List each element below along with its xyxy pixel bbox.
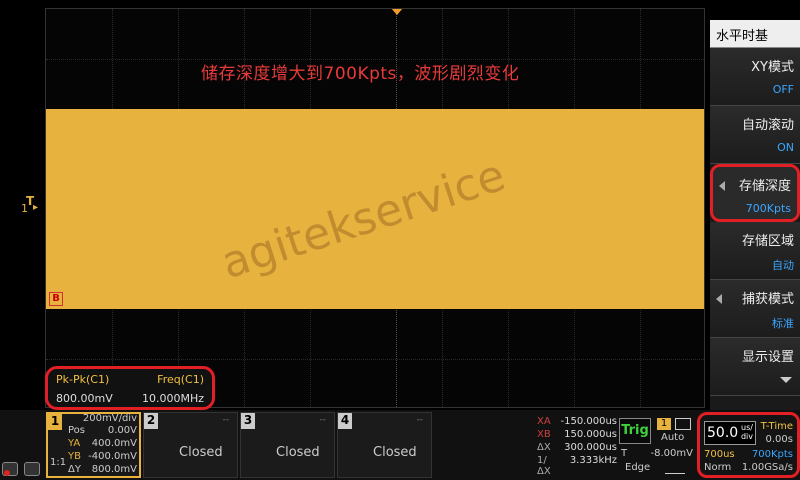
- menu-item-acquire-mode[interactable]: 捕获模式 标准: [710, 280, 800, 338]
- status-bar: 1 200mV/div Pos 0.00V YA 400.0mV YB -400…: [0, 410, 800, 480]
- trigger-level-channel: 1: [21, 202, 28, 215]
- sample-rate: 1.00GSa/s: [741, 462, 793, 473]
- ch3-dash: --: [319, 415, 327, 425]
- timebase-unit: us/div: [741, 423, 753, 441]
- t-time-label: T-Time: [760, 421, 793, 432]
- cursor-xa-value: -150.000us: [560, 416, 617, 427]
- channel-number: 1: [48, 414, 62, 430]
- channel3-panel[interactable]: 3 -- Closed: [240, 412, 335, 478]
- cursor-inv-label: 1/ΔX: [537, 455, 551, 477]
- timebase-unit-bottom: div: [740, 432, 753, 441]
- channel1-panel[interactable]: 1 200mV/div Pos 0.00V YA 400.0mV YB -400…: [46, 412, 141, 478]
- ch1-pos-value: 0.00V: [107, 425, 137, 436]
- channel4-panel[interactable]: 4 -- Closed: [337, 412, 432, 478]
- measurement-label: Freq(C1): [157, 373, 204, 386]
- menu-item-value: OFF: [772, 83, 794, 96]
- measurement-value: 800.00mV: [56, 392, 113, 405]
- menu-item-value: 自动: [772, 259, 794, 272]
- ch1-dy-label: ΔY: [68, 464, 81, 475]
- trigger-position-marker[interactable]: [391, 9, 403, 15]
- chevron-down-icon: [780, 377, 792, 383]
- measurement-label: Pk-Pk(C1): [56, 373, 110, 386]
- trigger-mode: Auto: [661, 432, 685, 443]
- ch1-ya-label: YA: [68, 438, 81, 449]
- cursor-xb-value: 150.000us: [564, 429, 617, 440]
- menu-item-label: 存储深度: [738, 179, 791, 194]
- ch3-status: Closed: [276, 445, 320, 460]
- ch4-status: Closed: [373, 445, 417, 460]
- cursor-dx-value: 300.000us: [564, 442, 617, 453]
- ch1-coupling: 1:1: [50, 457, 67, 468]
- cursor-xa-label: XA: [537, 416, 551, 427]
- menu-item-memory-depth[interactable]: 存储深度 700Kpts: [710, 164, 800, 222]
- ch1-pos-label: Pos: [68, 425, 86, 436]
- annotation-text: 储存深度增大到700Kpts，波形剧烈变化: [201, 64, 520, 84]
- trigger-type: Edge: [625, 462, 651, 473]
- trigger-level-value: -8.00mV: [650, 448, 693, 459]
- menu-item-label: 捕获模式: [741, 292, 794, 307]
- trigger-source: 1: [657, 418, 671, 430]
- channel-number: 2: [144, 413, 158, 429]
- menu-item-display-settings[interactable]: 显示设置: [710, 338, 800, 396]
- menu-item-xy-mode[interactable]: XY模式 OFF: [710, 48, 800, 106]
- arrow-left-icon: [716, 294, 722, 304]
- ch2-status: Closed: [179, 445, 223, 460]
- trig-button[interactable]: Trig: [619, 418, 651, 444]
- arrow-left-icon: [719, 181, 725, 191]
- ch1-yb-value: -400.0mV: [88, 451, 137, 462]
- menu-item-label: 显示设置: [741, 350, 794, 365]
- menu-item-label: 自动滚动: [741, 118, 794, 133]
- memory-depth: 700Kpts: [751, 449, 793, 460]
- system-icons: [2, 462, 44, 478]
- menu-item-memory-area[interactable]: 存储区域 自动: [710, 222, 800, 280]
- measurement-panel[interactable]: Pk-Pk(C1) Freq(C1) 800.00mV 10.000MHz: [45, 366, 215, 410]
- ch1-dy-value: 800.0mV: [91, 464, 137, 475]
- channel-number: 4: [338, 413, 352, 429]
- ch2-dash: --: [222, 415, 230, 425]
- arrow-right-icon: ▸: [33, 202, 39, 213]
- cursor-readout[interactable]: XA -150.000us XB 150.000us ΔX 300.000us 1/Δ…: [537, 416, 617, 477]
- lan-icon[interactable]: [24, 462, 40, 476]
- edge-icon: [665, 466, 685, 474]
- menu-item-label: 存储区域: [741, 234, 794, 249]
- menu-item-value: 700Kpts: [745, 202, 791, 215]
- timebase-value: 50.0: [707, 425, 739, 441]
- grid-line: [46, 359, 704, 360]
- ch1-scale: 200mV/div: [82, 413, 137, 424]
- timebase-scale[interactable]: 50.0 us/div: [704, 421, 756, 445]
- timebase-position: 700us: [704, 449, 735, 460]
- menu-item-value: 标准: [772, 317, 794, 330]
- measurement-value: 10.000MHz: [141, 392, 204, 405]
- cursor-xb-label: XB: [537, 429, 551, 440]
- ch4-dash: --: [416, 415, 424, 425]
- record-icon: [4, 470, 10, 476]
- rising-edge-icon: [675, 418, 691, 430]
- horizontal-timebase-menu: 水平时基 XY模式 OFF 自动滚动 ON 存储深度 700Kpts 存储区域 …: [710, 20, 800, 410]
- t-time-offset: 0.00s: [765, 434, 793, 445]
- ref-marker-b: B: [49, 292, 63, 306]
- waveform-display[interactable]: B 储存深度增大到700Kpts，波形剧烈变化 agitekservice: [45, 8, 705, 408]
- menu-title: 水平时基: [710, 20, 800, 48]
- channel2-panel[interactable]: 2 -- Closed: [143, 412, 238, 478]
- trigger-level-label: T: [621, 448, 628, 459]
- timebase-panel[interactable]: 50.0 us/div T-Time 0.00s 700us 700Kpts N…: [697, 412, 800, 478]
- acquire-mode: Norm: [704, 462, 732, 473]
- menu-item-auto-roll[interactable]: 自动滚动 ON: [710, 106, 800, 164]
- cursor-dx-label: ΔX: [537, 442, 551, 453]
- ch1-ya-value: 400.0mV: [91, 438, 137, 449]
- timebase-unit-top: us/: [741, 423, 753, 432]
- trigger-panel[interactable]: Trig 1 Auto T -8.00mV Edge: [617, 416, 695, 478]
- cursor-inv-value: 3.333kHz: [569, 455, 617, 466]
- channel-number: 3: [241, 413, 255, 429]
- ch1-yb-label: YB: [68, 451, 81, 462]
- menu-item-label: XY模式: [751, 60, 794, 75]
- menu-item-value: ON: [777, 141, 794, 154]
